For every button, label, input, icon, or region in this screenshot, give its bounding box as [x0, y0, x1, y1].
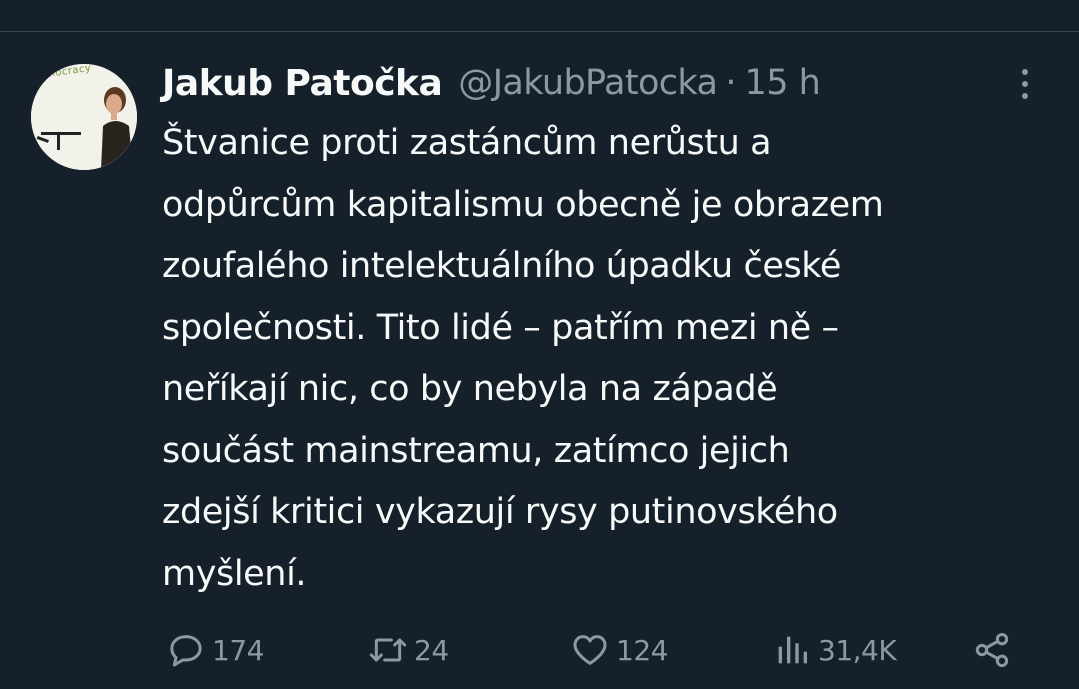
tweet-text: Štvanice proti zastáncům nerůstu a odpůr… — [162, 113, 1062, 605]
tweet-text-line: neříkají nic, co by nebyla na západě — [162, 369, 778, 409]
retweet-button[interactable]: 24 — [366, 625, 449, 675]
reply-button[interactable]: 174 — [164, 625, 264, 675]
tweet-text-line: součást mainstreamu, zatímco jejich — [162, 430, 790, 471]
more-dot-icon — [1022, 93, 1028, 99]
views-icon — [770, 628, 814, 672]
tweet-timestamp[interactable]: 15 h — [744, 63, 820, 103]
more-options-button[interactable] — [1010, 64, 1040, 104]
like-button[interactable]: 124 — [568, 625, 668, 675]
tweet-text-line: zoufalého intelektuálního úpadku české — [162, 246, 842, 286]
tweet-text-line: myšlení. — [162, 553, 307, 594]
tweet-header: Jakub Patočka @JakubPatocka · 15 h — [162, 58, 821, 108]
author-handle[interactable]: @JakubPatocka — [458, 63, 718, 103]
author-name[interactable]: Jakub Patočka — [162, 63, 443, 104]
tweet-text-line: zdejší kritici vykazují rysy putinovskéh… — [162, 492, 838, 532]
avatar[interactable]: mocracy — [31, 64, 137, 170]
reply-count: 174 — [212, 633, 264, 667]
more-dot-icon — [1022, 81, 1028, 87]
tweet-text-line: odpůrcům kapitalismu obecně je obrazem — [162, 184, 884, 225]
reply-icon — [164, 628, 208, 672]
top-divider — [0, 31, 1079, 32]
tweet-text-line: společnosti. Tito lidé – patřím mezi ně … — [162, 307, 839, 348]
more-dot-icon — [1022, 69, 1028, 75]
views-count: 31,4K — [818, 633, 897, 667]
tweet-text-line: Štvanice proti zastáncům nerůstu a — [162, 123, 772, 163]
separator-dot: · — [725, 63, 737, 103]
heart-icon — [568, 628, 612, 672]
tweet-actions: 174 24 124 31,4K — [0, 625, 1079, 675]
share-icon — [970, 628, 1014, 672]
like-count: 124 — [616, 633, 668, 667]
retweet-count: 24 — [414, 633, 449, 667]
views-button[interactable]: 31,4K — [770, 625, 897, 675]
share-button[interactable] — [970, 625, 1014, 675]
retweet-icon — [366, 628, 410, 672]
